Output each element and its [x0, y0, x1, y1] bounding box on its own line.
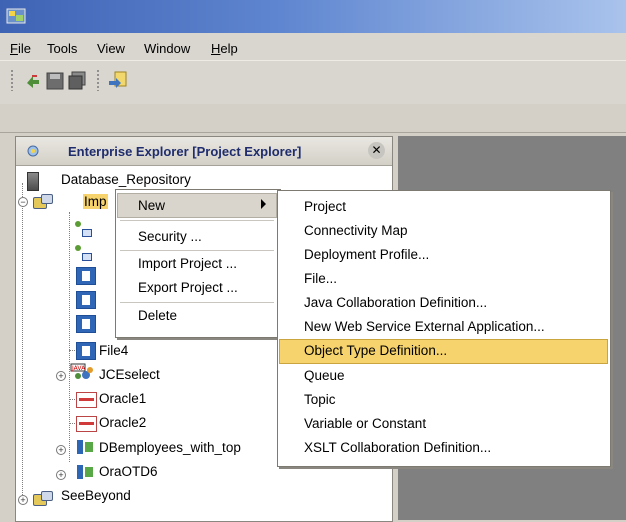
file-icon — [76, 315, 96, 333]
submenu-item-connectivity-map[interactable]: Connectivity Map — [304, 223, 408, 238]
repository-icon — [27, 172, 39, 191]
explorer-title: Enterprise Explorer [Project Explorer] — [68, 144, 302, 159]
tree-item-repository[interactable]: Database_Repository — [61, 172, 191, 187]
tree-item-jceselect[interactable]: JCEselect — [99, 367, 160, 382]
menu-view[interactable]: View — [97, 41, 125, 56]
submenu-item-java-collaboration-definition[interactable]: Java Collaboration Definition... — [304, 295, 487, 310]
tree-item-oraotd6[interactable]: OraOTD6 — [99, 464, 158, 479]
submenu-item-queue[interactable]: Queue — [304, 368, 345, 383]
submenu-item-project[interactable]: Project — [304, 199, 346, 214]
save-all-icon[interactable] — [67, 71, 87, 91]
connectivity-map-icon — [75, 221, 92, 238]
tree-connector — [69, 399, 75, 400]
tree-item-oracle2[interactable]: Oracle2 — [99, 415, 146, 430]
submenu-item-file[interactable]: File... — [304, 271, 337, 286]
tree-connector — [69, 350, 75, 351]
project-icon — [33, 194, 53, 209]
explorer-icon — [27, 145, 39, 157]
app-icon — [6, 8, 26, 24]
toolbar — [0, 60, 626, 105]
context-menu-security[interactable]: Security ... — [138, 229, 202, 244]
java-collaboration-icon: JAVA — [70, 363, 93, 379]
menu-file[interactable]: File — [10, 41, 31, 56]
tree-item-file4[interactable]: File4 — [99, 343, 128, 358]
connectivity-map-icon — [75, 245, 92, 262]
file-icon — [76, 291, 96, 309]
submenu-item-new-web-service-external-application[interactable]: New Web Service External Application... — [304, 319, 545, 334]
expand-icon[interactable]: − — [18, 197, 28, 207]
tree-item-seebeyond[interactable]: SeeBeyond — [61, 488, 131, 503]
tree-item-selected-project[interactable]: Imp — [83, 194, 108, 209]
import-icon[interactable] — [108, 71, 128, 91]
expand-icon[interactable]: + — [56, 371, 66, 381]
context-menu-import-project[interactable]: Import Project ... — [138, 256, 237, 271]
tree-item-oracle1[interactable]: Oracle1 — [99, 391, 146, 406]
close-icon[interactable]: ✕ — [368, 142, 385, 159]
tree-item-dbemployees[interactable]: DBemployees_with_top — [99, 440, 241, 455]
project-icon — [33, 491, 53, 506]
submenu-item-deployment-profile[interactable]: Deployment Profile... — [304, 247, 429, 262]
context-menu-new[interactable]: New — [138, 198, 165, 213]
refresh-icon[interactable] — [23, 71, 43, 91]
expand-icon[interactable]: + — [56, 470, 66, 480]
tree-guide-2 — [69, 212, 70, 462]
submenu-arrow-icon — [261, 199, 266, 209]
otd-icon — [76, 439, 94, 455]
context-menu-delete[interactable]: Delete — [138, 308, 177, 323]
toolbar-strip — [0, 104, 626, 133]
expand-icon[interactable]: + — [18, 495, 28, 505]
expand-icon[interactable]: + — [56, 445, 66, 455]
toolbar-grip[interactable] — [10, 69, 14, 91]
title-bar — [0, 0, 626, 33]
save-icon[interactable] — [45, 71, 65, 91]
submenu-item-variable-or-constant[interactable]: Variable or Constant — [304, 416, 426, 431]
new-submenu: Project Connectivity Map Deployment Prof… — [277, 190, 611, 467]
context-menu-export-project[interactable]: Export Project ... — [138, 280, 238, 295]
submenu-item-xslt-collaboration-definition[interactable]: XSLT Collaboration Definition... — [304, 440, 491, 455]
toolbar-grip-2[interactable] — [96, 69, 100, 91]
menu-separator — [120, 220, 274, 221]
file-icon — [76, 267, 96, 285]
tree-connector — [69, 423, 75, 424]
oracle-icon — [76, 392, 97, 408]
submenu-item-object-type-definition[interactable]: Object Type Definition... — [304, 343, 447, 358]
menu-help[interactable]: Help — [211, 41, 238, 56]
menu-bar: File Tools View Window Help — [0, 33, 626, 60]
menu-separator — [120, 302, 274, 303]
menu-tools[interactable]: Tools — [47, 41, 77, 56]
otd-icon — [76, 464, 94, 480]
svg-text:JAVA: JAVA — [71, 365, 86, 372]
tree-guide — [22, 183, 23, 503]
context-menu: New Security ... Import Project ... Expo… — [115, 189, 281, 338]
oracle-icon — [76, 416, 97, 432]
submenu-item-topic[interactable]: Topic — [304, 392, 336, 407]
file-icon — [76, 342, 96, 360]
explorer-header: Enterprise Explorer [Project Explorer] ✕ — [16, 137, 392, 166]
menu-separator — [120, 250, 274, 251]
menu-window[interactable]: Window — [144, 41, 190, 56]
